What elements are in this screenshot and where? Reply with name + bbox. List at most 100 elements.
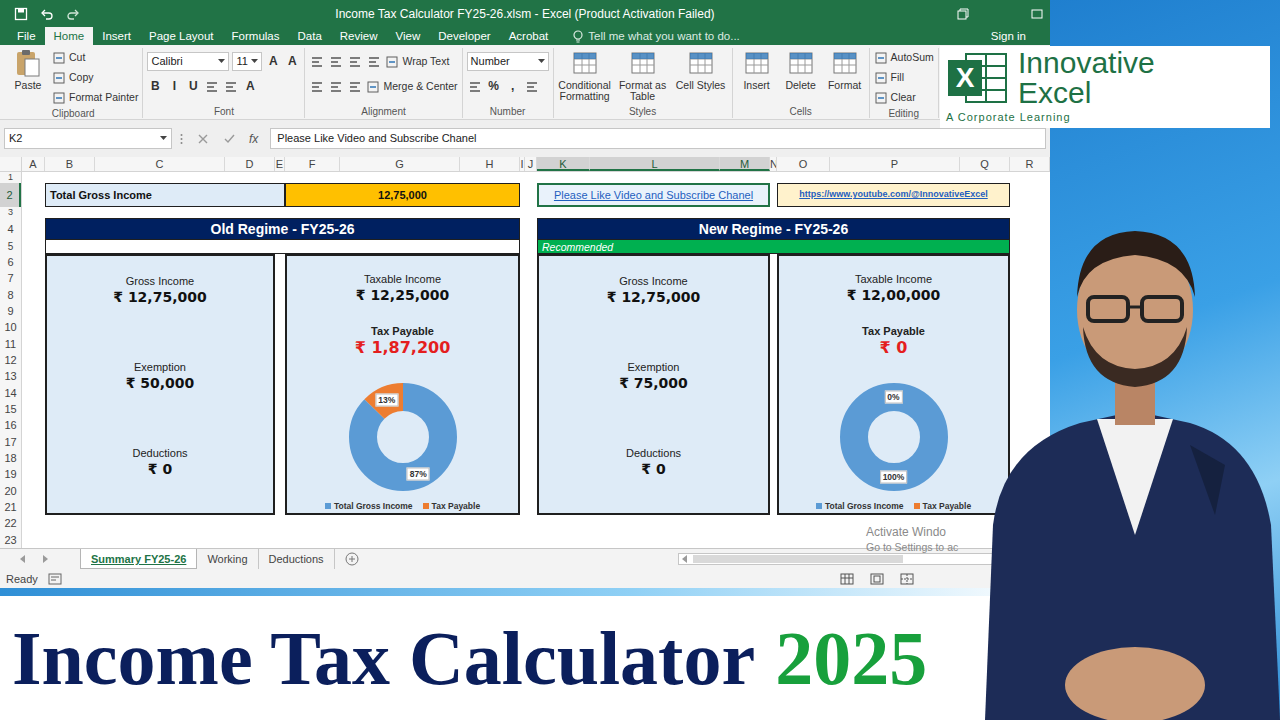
format-icon[interactable]	[467, 79, 483, 95]
ribbon-button[interactable]: I	[166, 77, 182, 96]
row-header[interactable]: 14	[0, 385, 21, 401]
sheet-tab[interactable]: Deductions	[259, 549, 335, 569]
ribbon-button[interactable]: Paste	[8, 48, 48, 91]
donut-slice[interactable]	[363, 397, 443, 477]
format-icon[interactable]	[309, 54, 325, 70]
format-icon[interactable]	[328, 79, 344, 95]
row-header[interactable]: 19	[0, 466, 21, 482]
ribbon-button[interactable]: A	[265, 52, 281, 71]
subscribe-link[interactable]: Please Like Video and Subscribe Chanel	[554, 187, 753, 204]
donut-slice[interactable]	[363, 397, 443, 477]
donut-slice[interactable]	[854, 397, 934, 477]
row-header[interactable]: 4	[0, 218, 21, 240]
ribbon-tab[interactable]: Developer	[429, 27, 499, 45]
row-header[interactable]: 10	[0, 319, 21, 335]
ribbon-button[interactable]: AutoSum	[874, 50, 934, 66]
format-icon[interactable]	[309, 79, 325, 95]
ribbon-tab[interactable]: Acrobat	[500, 27, 558, 45]
row-header[interactable]: 11	[0, 336, 21, 352]
ribbon-button[interactable]: Copy	[52, 70, 94, 86]
ribbon-button[interactable]: Wrap Text	[385, 54, 449, 70]
dropdown-field[interactable]: Calibri	[147, 52, 229, 71]
sheet-tab[interactable]: Summary FY25-26	[80, 549, 197, 569]
column-header[interactable]: E	[275, 157, 285, 171]
channel-url-cell[interactable]: https://www.youtube.com/@InnovativeExcel	[777, 183, 1010, 207]
row-header[interactable]: 15	[0, 401, 21, 417]
row-header[interactable]: 18	[0, 450, 21, 466]
ribbon-button[interactable]: Cut	[52, 50, 85, 66]
ribbon-button[interactable]: %	[486, 77, 502, 96]
ribbon-button[interactable]: Delete	[781, 48, 821, 91]
sheet-tab[interactable]: Working	[197, 549, 258, 569]
column-header[interactable]: D	[225, 157, 275, 171]
column-header[interactable]: B	[45, 157, 95, 171]
ribbon-button[interactable]: Cell Styles	[674, 48, 728, 91]
column-header[interactable]: P	[830, 157, 960, 171]
ribbon-tab[interactable]: Data	[289, 27, 331, 45]
column-header[interactable]: F	[285, 157, 340, 171]
column-header[interactable]: R	[1010, 157, 1050, 171]
select-all-corner[interactable]	[0, 157, 22, 171]
ribbon-button[interactable]: Conditional Formatting	[558, 48, 612, 102]
ribbon-button[interactable]: U	[185, 77, 201, 96]
row-header[interactable]: 17	[0, 434, 21, 450]
ribbon-tab[interactable]: View	[387, 27, 430, 45]
ribbon-button[interactable]: Format Painter	[52, 90, 138, 106]
column-header[interactable]: G	[340, 157, 460, 171]
tell-me-box[interactable]: Tell me what you want to do...	[573, 27, 740, 45]
ribbon-tab[interactable]: File	[8, 27, 45, 45]
ribbon-button[interactable]: A	[242, 77, 258, 96]
column-header[interactable]: A	[22, 157, 45, 171]
row-header[interactable]: 6	[0, 254, 21, 270]
format-icon[interactable]	[347, 54, 363, 70]
column-header[interactable]: N	[770, 157, 777, 171]
subscribe-link-cell[interactable]: Please Like Video and Subscribe Chanel	[537, 183, 770, 207]
column-header[interactable]: M	[720, 157, 770, 171]
ribbon-button[interactable]: Merge & Center	[366, 79, 457, 95]
ribbon-button[interactable]: Format as Table	[616, 48, 670, 102]
donut-slice[interactable]	[854, 397, 934, 477]
format-icon[interactable]	[524, 79, 540, 95]
format-icon[interactable]	[366, 54, 382, 70]
ribbon-tab[interactable]: Formulas	[223, 27, 289, 45]
dropdown-field[interactable]: Number	[467, 52, 549, 71]
ribbon-button[interactable]: A	[284, 52, 300, 71]
formula-input[interactable]: Please Like Video and Subscribe Chanel	[270, 128, 1046, 149]
row-header[interactable]: 21	[0, 499, 21, 515]
row-header[interactable]: 8	[0, 287, 21, 303]
row-header[interactable]: 22	[0, 515, 21, 531]
summary-label-cell[interactable]: Total Gross Income	[45, 183, 285, 207]
column-header[interactable]: O	[777, 157, 830, 171]
ribbon-tab[interactable]: Insert	[93, 27, 140, 45]
row-header[interactable]: 9	[0, 303, 21, 319]
name-box[interactable]: K2	[4, 128, 172, 149]
scroll-thumb[interactable]	[693, 555, 903, 563]
row-header[interactable]: 13	[0, 368, 21, 384]
row-header[interactable]: 20	[0, 483, 21, 499]
row-header[interactable]: 16	[0, 417, 21, 433]
summary-value-cell[interactable]: 12,75,000	[285, 183, 520, 207]
dropdown-field[interactable]: 11	[232, 52, 262, 71]
column-header[interactable]: C	[95, 157, 225, 171]
format-icon[interactable]	[204, 79, 220, 95]
ribbon-button[interactable]: Fill	[874, 70, 904, 86]
column-header[interactable]: H	[460, 157, 520, 171]
row-header[interactable]: 7	[0, 270, 21, 286]
ribbon-button[interactable]: Format	[825, 48, 865, 91]
insert-function-button[interactable]: fx	[249, 130, 258, 148]
row-header[interactable]: 23	[0, 532, 21, 548]
column-header[interactable]: Q	[960, 157, 1010, 171]
ribbon-button[interactable]: Insert	[737, 48, 777, 91]
column-header[interactable]: L	[590, 157, 720, 171]
new-sheet-plus-icon[interactable]	[345, 552, 359, 566]
row-header[interactable]: 3	[0, 207, 21, 218]
channel-url[interactable]: https://www.youtube.com/@InnovativeExcel	[799, 188, 987, 202]
sign-in-link[interactable]: Sign in	[991, 27, 1026, 45]
ribbon-tab[interactable]: Review	[331, 27, 387, 45]
format-icon[interactable]	[328, 54, 344, 70]
row-header[interactable]: 1	[0, 172, 21, 183]
column-header[interactable]: K	[537, 157, 590, 171]
row-header[interactable]: 5	[0, 240, 21, 254]
row-header[interactable]: 12	[0, 352, 21, 368]
ribbon-tab[interactable]: Page Layout	[140, 27, 223, 45]
